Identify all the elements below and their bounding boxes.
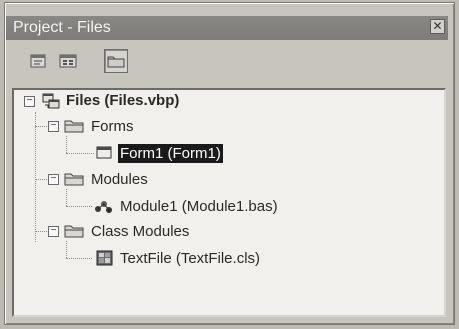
title-bar[interactable]: Project - Files ✕ xyxy=(6,16,448,40)
tree-node-forms[interactable]: − Forms xyxy=(14,116,214,138)
form-icon xyxy=(96,146,112,159)
close-icon: ✕ xyxy=(432,19,443,33)
project-explorer-window: Project - Files ✕ − Files (Files.vbp) − … xyxy=(4,2,455,325)
tree-node-module1[interactable]: Module1 (Module1.bas) xyxy=(14,196,334,218)
close-button[interactable]: ✕ xyxy=(430,19,445,34)
project-tree: − Files (Files.vbp) − Forms Form1 (Form1… xyxy=(12,88,446,317)
tree-node-label: Form1 (Form1) xyxy=(118,144,223,163)
class-module-icon xyxy=(96,250,113,266)
tree-node-label: Modules xyxy=(91,171,148,188)
module-icon xyxy=(95,201,112,213)
view-code-icon xyxy=(30,54,46,68)
tree-node-modules[interactable]: − Modules xyxy=(14,169,214,191)
tree-node-label: Module1 (Module1.bas) xyxy=(120,198,278,215)
project-icon xyxy=(42,93,60,109)
collapse-toggle[interactable]: − xyxy=(48,174,59,185)
view-object-button[interactable] xyxy=(56,49,80,73)
folder-icon xyxy=(64,173,84,186)
folder-icon xyxy=(64,225,84,238)
tree-node-label: Class Modules xyxy=(91,223,190,240)
tree-node-textfile[interactable]: TextFile (TextFile.cls) xyxy=(14,248,334,270)
collapse-toggle[interactable]: − xyxy=(24,96,35,107)
folder-icon xyxy=(107,56,125,68)
window-title: Project - Files xyxy=(13,19,111,36)
folder-icon xyxy=(64,120,84,133)
view-code-button[interactable] xyxy=(26,49,50,73)
tree-node-label: Forms xyxy=(91,118,134,135)
collapse-toggle[interactable]: − xyxy=(48,121,59,132)
tree-node-label: Files (Files.vbp) xyxy=(66,92,180,109)
collapse-toggle[interactable]: − xyxy=(48,226,59,237)
tree-node-form1[interactable]: Form1 (Form1) xyxy=(14,143,274,165)
view-object-icon xyxy=(59,54,77,68)
tree-node-label: TextFile (TextFile.cls) xyxy=(120,250,261,267)
tree-node-project[interactable]: − Files (Files.vbp) xyxy=(14,90,314,112)
toggle-folders-button[interactable] xyxy=(104,49,128,73)
tree-node-class-modules[interactable]: − Class Modules xyxy=(14,221,254,243)
toolbar xyxy=(6,43,448,79)
